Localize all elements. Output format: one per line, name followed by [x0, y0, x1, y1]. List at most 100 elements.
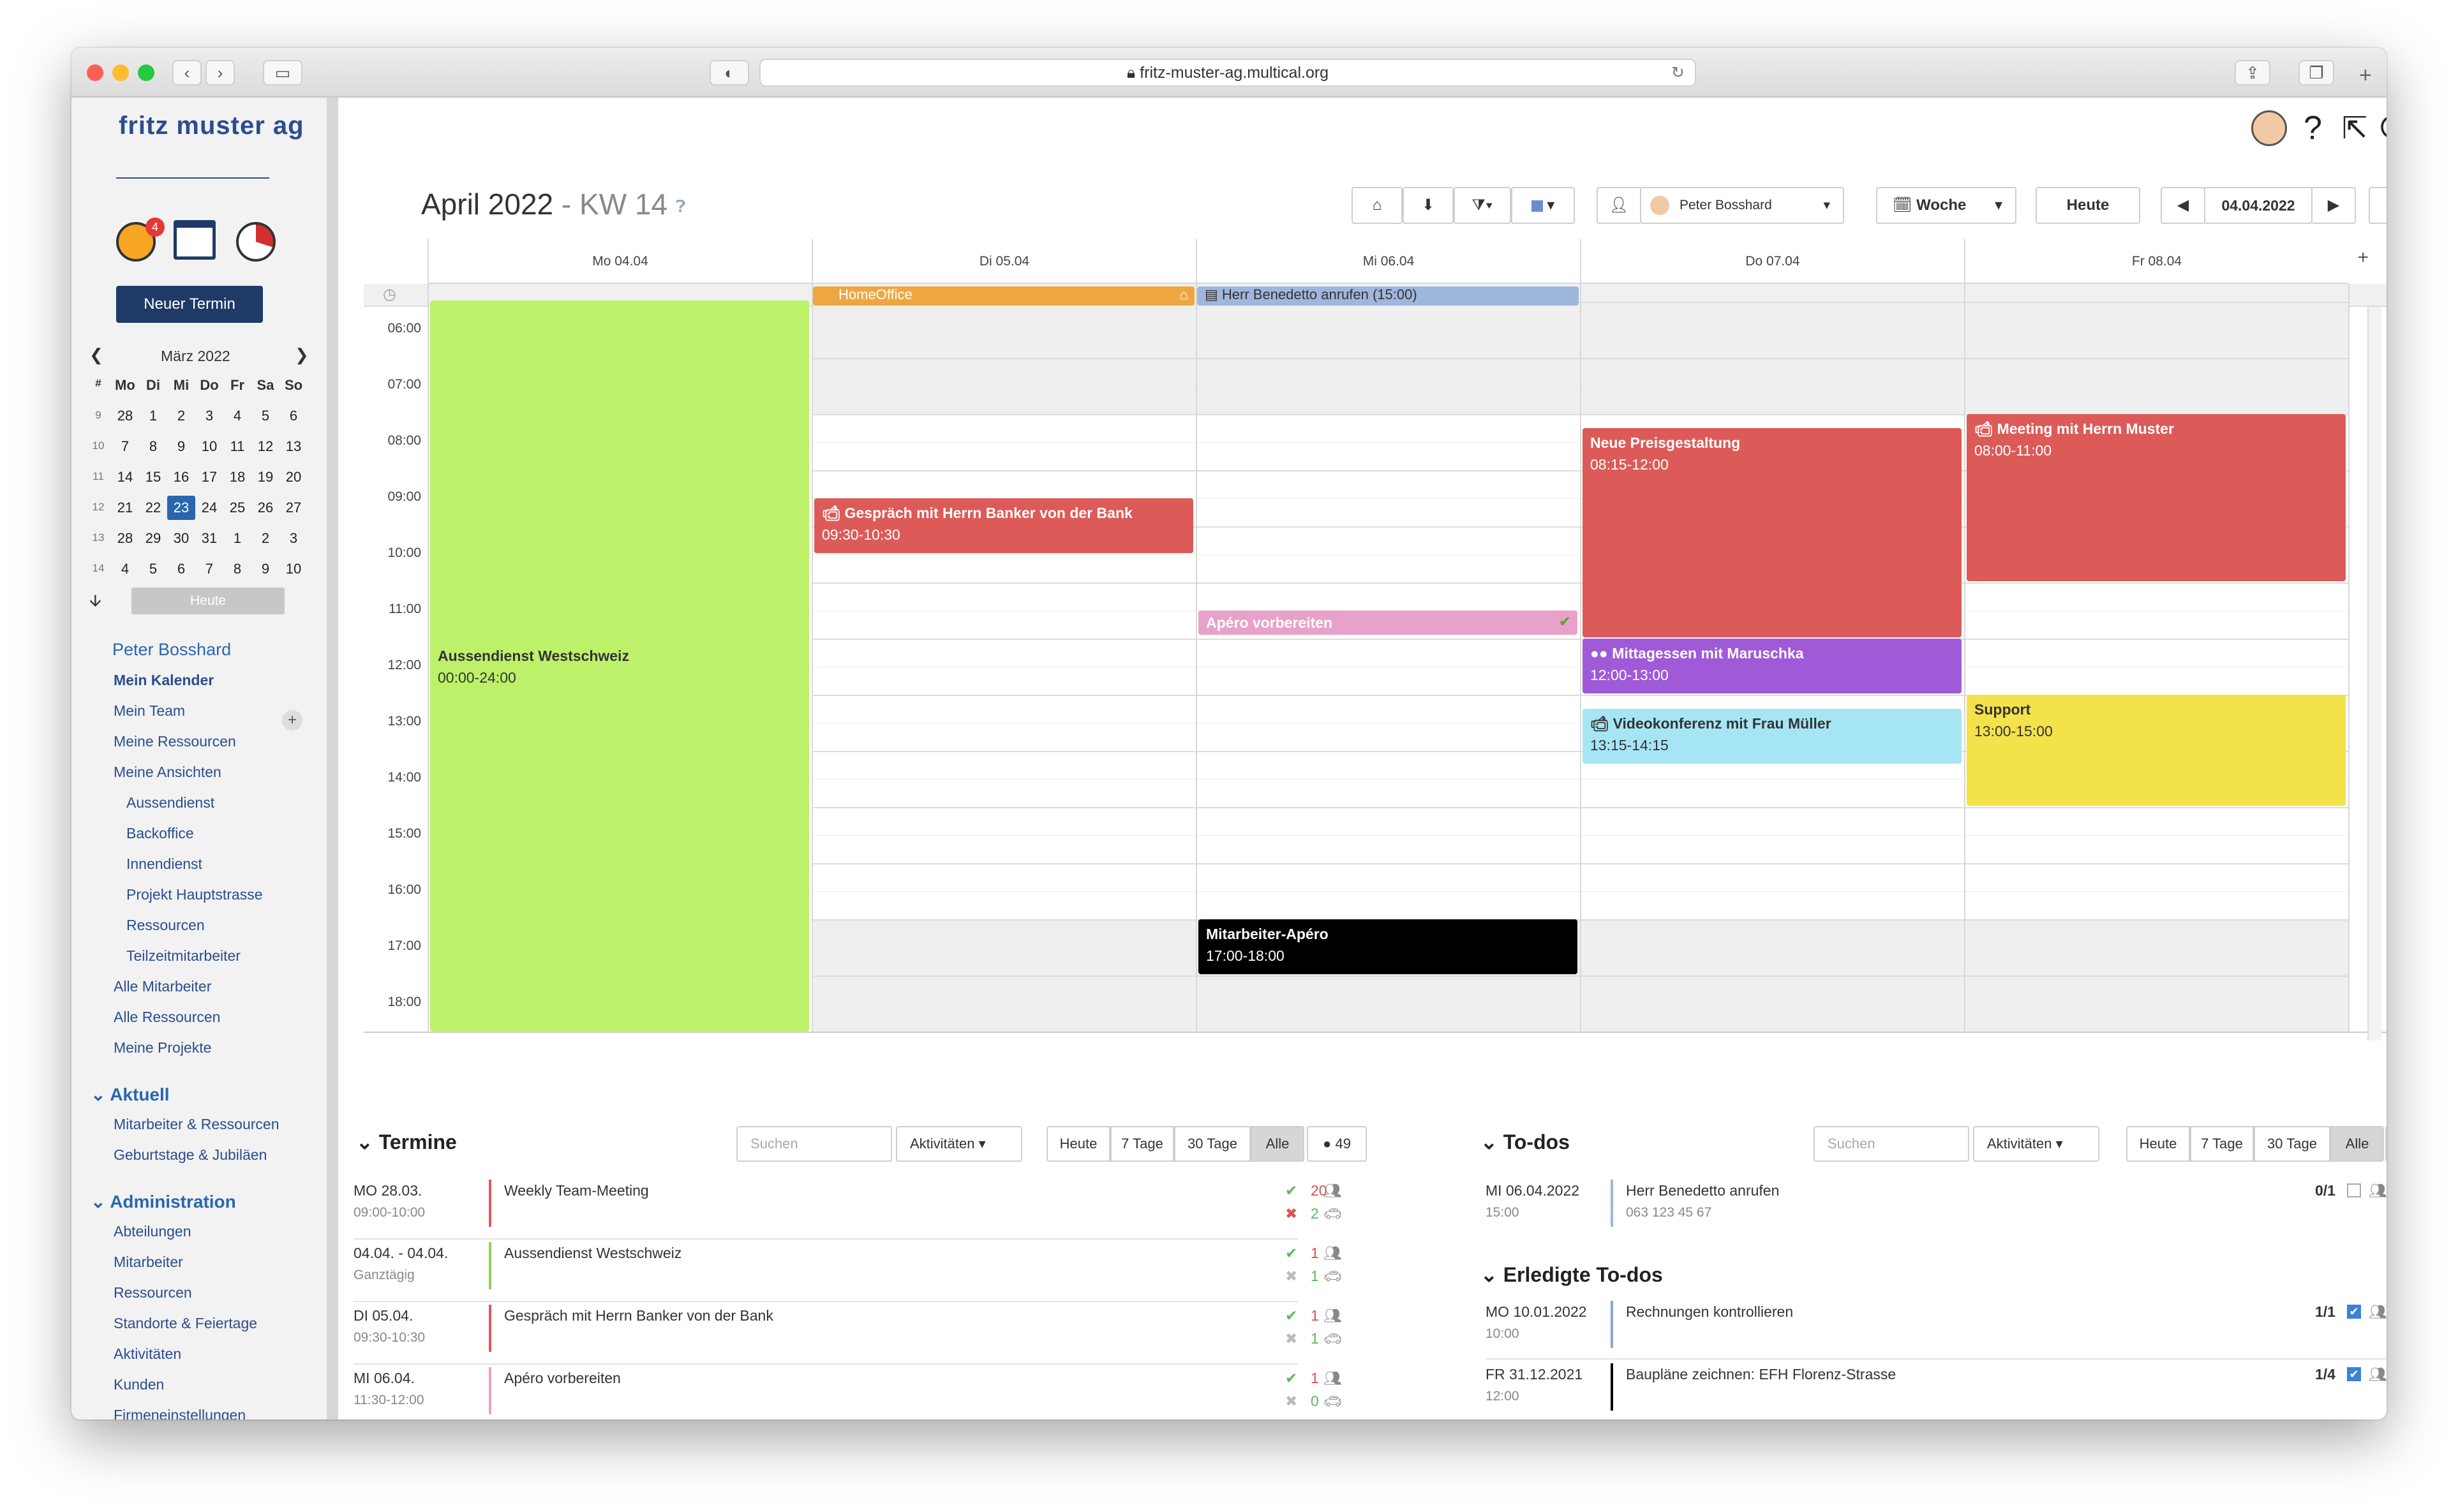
- allday-event[interactable]: HomeOffice ⌂: [813, 286, 1195, 306]
- mini-cal-day[interactable]: 8: [223, 561, 251, 577]
- mini-cal-day[interactable]: 25: [223, 500, 251, 516]
- mini-cal-day[interactable]: 26: [251, 500, 279, 516]
- export-icon[interactable]: ⇱: [2342, 110, 2367, 146]
- calendar-icon[interactable]: [174, 220, 216, 260]
- mini-cal-day[interactable]: 1: [223, 530, 251, 547]
- todos-search-input[interactable]: Suchen: [1814, 1126, 1969, 1162]
- mini-cal-day[interactable]: 7: [111, 438, 139, 455]
- mini-cal-next-icon[interactable]: ❯: [295, 345, 309, 365]
- admin-item[interactable]: Standorte & Feiertage: [114, 1315, 257, 1332]
- minimize-window-button[interactable]: [112, 64, 129, 81]
- filter-icon[interactable]: ⧩▾: [1454, 187, 1511, 224]
- termine-count-badge[interactable]: ● 49: [1307, 1126, 1367, 1162]
- checked-checkbox-icon[interactable]: ✔: [2347, 1367, 2361, 1381]
- prev-week-icon[interactable]: ◀: [2161, 187, 2205, 224]
- nav-item[interactable]: Alle Mitarbeiter: [114, 978, 211, 995]
- maximize-window-button[interactable]: [138, 64, 154, 81]
- todo-checkbox[interactable]: [2347, 1183, 2361, 1197]
- view-select[interactable]: 🗓︎ Woche ▾: [1876, 187, 2016, 224]
- todos-heading[interactable]: ⌄ To-dos: [1480, 1130, 1570, 1154]
- done-todo-row[interactable]: FR 31.12.2021 12:00 Baupläne zeichnen: EFH…: [1486, 1363, 2387, 1419]
- mini-cal-day[interactable]: 12: [251, 438, 279, 455]
- mini-cal-day[interactable]: 13: [279, 438, 308, 455]
- mini-cal-day[interactable]: 9: [251, 561, 279, 577]
- calendar-event[interactable]: Aussendienst Westschweiz 00:00-24:00: [430, 300, 809, 1032]
- aktuell-item[interactable]: Geburtstage & Jubiläen: [114, 1146, 267, 1164]
- nav-item[interactable]: Meine Projekte: [114, 1039, 211, 1056]
- view-item[interactable]: Innendienst: [126, 856, 202, 873]
- admin-item[interactable]: Abteilungen: [114, 1223, 191, 1240]
- aktuell-item[interactable]: Mitarbeiter & Ressourcen: [114, 1116, 279, 1133]
- mini-cal-day[interactable]: 6: [279, 408, 308, 424]
- new-appointment-button[interactable]: Neuer Termin: [116, 286, 263, 323]
- termine-search-input[interactable]: Suchen: [736, 1126, 892, 1162]
- calendar-export-icon[interactable]: ⬇: [1403, 187, 1454, 224]
- calendar-event[interactable]: Apéro vorbereiten ✔: [1198, 611, 1577, 635]
- termine-row[interactable]: DI 05.04. 09:30-10:30 Gespräch mit Herrn B…: [354, 1305, 1349, 1368]
- mini-cal-day[interactable]: 5: [139, 561, 167, 577]
- admin-item[interactable]: Kunden: [114, 1376, 164, 1393]
- info-icon[interactable]: ❓︎: [676, 196, 686, 216]
- mini-cal-day[interactable]: 27: [279, 500, 308, 516]
- calendar-event[interactable]: 📹︎ Gespräch mit Herrn Banker von der Ban…: [814, 498, 1193, 553]
- company-logo[interactable]: fritz muster ag: [119, 112, 304, 140]
- calendar-event[interactable]: 📹︎ Meeting mit Herrn Muster 08:00-11:00: [1967, 414, 2346, 581]
- todos-status-badge[interactable]: ●: [2385, 1126, 2387, 1162]
- mini-cal-day[interactable]: 29: [139, 530, 167, 547]
- done-heading[interactable]: ⌄ Erledigte To-dos: [1480, 1263, 1663, 1287]
- mini-cal-prev-icon[interactable]: ❮: [89, 345, 103, 365]
- view-item[interactable]: Teilzeitmitarbeiter: [126, 947, 241, 965]
- filter-button[interactable]: 30 Tage: [1174, 1126, 1251, 1162]
- sidebar-scrollbar[interactable]: [327, 98, 338, 1419]
- filter-button[interactable]: Heute: [1047, 1126, 1110, 1162]
- calendar-event[interactable]: 📹︎ Videokonferenz mit Frau Müller 13:15-1…: [1583, 709, 1962, 764]
- mini-cal-today-button[interactable]: Heute: [131, 588, 285, 614]
- color-select-icon[interactable]: ▾: [1511, 187, 1575, 224]
- nav-item[interactable]: Meine Ressourcen: [114, 733, 236, 750]
- next-week-icon[interactable]: ▶: [2311, 187, 2356, 224]
- grid-scrollbar[interactable]: [2367, 307, 2381, 1041]
- mini-cal-day[interactable]: 15: [139, 469, 167, 485]
- arrow-down-icon[interactable]: 🡫: [89, 589, 101, 617]
- mini-cal-day[interactable]: 3: [279, 530, 308, 547]
- nav-item[interactable]: Alle Ressourcen: [114, 1009, 220, 1026]
- nav-item[interactable]: Mein Team: [114, 702, 185, 720]
- mini-cal-day[interactable]: 8: [139, 438, 167, 455]
- mini-cal-day[interactable]: 3: [195, 408, 223, 424]
- search-icon[interactable]: 🔍︎: [2369, 187, 2387, 224]
- forward-icon[interactable]: ›: [205, 60, 235, 85]
- mini-cal-day[interactable]: 2: [251, 530, 279, 547]
- mini-cal-day[interactable]: 19: [251, 469, 279, 485]
- view-item[interactable]: Backoffice: [126, 825, 194, 842]
- help-icon[interactable]: ?: [2304, 109, 2322, 147]
- mini-cal-day[interactable]: 31: [195, 530, 223, 547]
- calendar-event[interactable]: ●● Mittagessen mit Maruschka 12:00-13:00: [1583, 639, 1962, 693]
- mini-cal-day[interactable]: 21: [111, 500, 139, 516]
- user-icon[interactable]: 👤︎: [1597, 187, 1641, 224]
- admin-item[interactable]: Firmeneinstellungen: [114, 1407, 246, 1419]
- admin-item[interactable]: Aktivitäten: [114, 1345, 181, 1363]
- today-button[interactable]: Heute: [2036, 187, 2140, 224]
- view-item[interactable]: Projekt Hauptstrasse: [126, 886, 262, 903]
- mini-cal-day[interactable]: 23: [167, 496, 195, 520]
- mini-cal-day[interactable]: 9: [167, 438, 195, 455]
- mini-cal-day[interactable]: 16: [167, 469, 195, 485]
- reload-icon[interactable]: ↻: [1671, 60, 1685, 85]
- avatar[interactable]: [2251, 110, 2287, 146]
- add-view-icon[interactable]: +: [282, 710, 302, 730]
- mini-cal-day[interactable]: 4: [111, 561, 139, 577]
- admin-item[interactable]: Mitarbeiter: [114, 1254, 183, 1271]
- checked-checkbox-icon[interactable]: ✔: [2347, 1305, 2361, 1319]
- aktuell-section-title[interactable]: ⌄ Aktuell: [91, 1084, 170, 1105]
- filter-button[interactable]: Alle: [1251, 1126, 1304, 1162]
- date-field[interactable]: 04.04.2022: [2204, 187, 2313, 224]
- privacy-shield-icon[interactable]: ◐: [710, 60, 749, 85]
- view-item[interactable]: Ressourcen: [126, 917, 205, 934]
- tabs-overview-icon[interactable]: ❐: [2298, 60, 2334, 85]
- allday-todo[interactable]: ▤ Herr Benedetto anrufen (15:00): [1197, 286, 1579, 306]
- admin-section-title[interactable]: ⌄ Administration: [91, 1191, 236, 1212]
- termine-row[interactable]: 04.04. - 04.04. Ganztägig Aussendienst Wes…: [354, 1242, 1349, 1306]
- person-select[interactable]: Peter Bosshard ▾: [1640, 187, 1844, 224]
- nav-item[interactable]: Mein Kalender: [114, 672, 214, 689]
- mini-cal-day[interactable]: 22: [139, 500, 167, 516]
